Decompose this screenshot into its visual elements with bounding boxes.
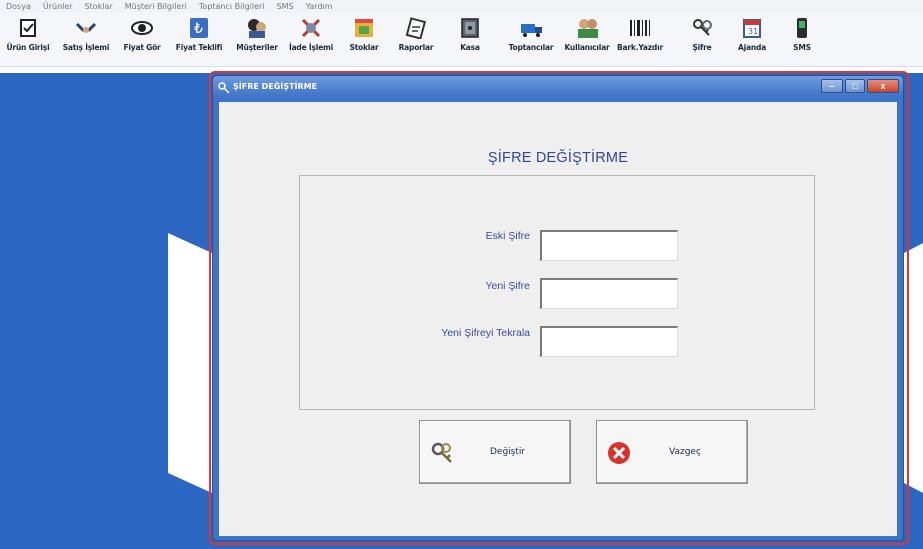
users-icon <box>576 17 598 39</box>
new-password-label: Yeni Şifre <box>485 280 530 292</box>
stock-icon <box>353 17 375 39</box>
toolbar-button-cash[interactable]: Kasa <box>454 17 486 63</box>
cancel-button-label: Vazgeç <box>669 447 701 457</box>
minimize-button[interactable]: – <box>821 79 843 93</box>
reports-icon <box>405 17 427 39</box>
toolbar-button-sales[interactable]: Satış İşlemi <box>60 17 112 63</box>
toolbar-button-users[interactable]: Kullanıcılar <box>562 17 612 63</box>
dialog-body: ŞİFRE DEĞİŞTİRME Eski Şifre Yeni Şifre Y… <box>219 102 897 536</box>
toolbar: Ürün Girişi Satış İşlemi Fiyat Gör ₺ Fiy… <box>0 13 923 67</box>
handshake-icon <box>75 17 97 39</box>
password-change-dialog: ŞİFRE DEĞİŞTİRME – □ x ŞİFRE DEĞİŞTİRME … <box>212 75 904 541</box>
toolbar-button-agenda[interactable]: 31 Ajanda <box>734 17 770 63</box>
toolbar-button-wholesalers[interactable]: Toptancılar <box>502 17 560 63</box>
toolbar-button-barcode-print[interactable]: Bark.Yazdır <box>614 17 666 63</box>
old-password-label: Eski Şifre <box>485 230 530 242</box>
barcode-icon <box>629 17 651 39</box>
toolbar-button-sms[interactable]: SMS <box>790 17 814 63</box>
change-button[interactable]: Değiştir <box>419 420 571 484</box>
dialog-titlebar[interactable]: ŞİFRE DEĞİŞTİRME – □ x <box>213 76 903 98</box>
menu-wholesaler-info[interactable]: Toptancı Bilgileri <box>199 2 265 11</box>
menu-bar: Dosya Ürünler Stoklar Müşteri Bilgileri … <box>0 0 923 13</box>
change-button-label: Değiştir <box>490 447 526 457</box>
menu-stocks[interactable]: Stoklar <box>85 2 113 11</box>
old-password-field[interactable] <box>540 230 678 261</box>
menu-customer-info[interactable]: Müşteri Bilgileri <box>125 2 187 11</box>
toolbar-button-customers[interactable]: Müşteriler <box>230 17 284 63</box>
menu-sms[interactable]: SMS <box>277 2 294 11</box>
return-icon <box>300 17 322 39</box>
new-password-field[interactable] <box>540 278 678 309</box>
menu-help[interactable]: Yardım <box>306 2 333 11</box>
keys-icon <box>430 441 454 470</box>
password-fieldset: Eski Şifre Yeni Şifre Yeni Şifreyi Tekra… <box>299 175 815 410</box>
eye-icon <box>131 17 153 39</box>
dialog-title: ŞİFRE DEĞİŞTİRME <box>233 82 318 91</box>
minimize-icon: – <box>829 81 835 91</box>
lira-icon: ₺ <box>188 17 210 39</box>
product-entry-icon <box>17 17 39 39</box>
toolbar-button-price-check[interactable]: Fiyat Gör <box>120 17 164 63</box>
dialog-heading: ŞİFRE DEĞİŞTİRME <box>487 150 629 166</box>
safe-icon <box>459 17 481 39</box>
menu-products[interactable]: Ürünler <box>43 2 73 11</box>
truck-icon <box>520 17 542 39</box>
cancel-icon <box>607 441 631 470</box>
maximize-icon: □ <box>852 81 858 91</box>
toolbar-button-stocks[interactable]: Stoklar <box>344 17 384 63</box>
svg-text:₺: ₺ <box>194 21 203 37</box>
toolbar-button-returns[interactable]: İade İşlemi <box>286 17 336 63</box>
repeat-password-field[interactable] <box>540 326 678 357</box>
toolbar-button-password[interactable]: Şifre <box>688 17 716 63</box>
close-icon: x <box>880 81 886 91</box>
repeat-password-label: Yeni Şifreyi Tekrala <box>441 327 530 339</box>
calendar-icon: 31 <box>741 17 763 39</box>
toolbar-button-product-entry[interactable]: Ürün Girişi <box>6 17 50 63</box>
maximize-button[interactable]: □ <box>845 79 865 93</box>
phone-icon <box>791 17 813 39</box>
toolbar-button-price-offer[interactable]: ₺ Fiyat Teklifi <box>172 17 226 63</box>
keys-icon <box>691 17 713 39</box>
close-button[interactable]: x <box>867 79 899 93</box>
menu-file[interactable]: Dosya <box>6 2 31 11</box>
keys-icon <box>218 81 230 99</box>
svg-text:31: 31 <box>748 27 758 36</box>
cancel-button[interactable]: Vazgeç <box>596 420 748 484</box>
customers-icon <box>246 17 268 39</box>
toolbar-button-reports[interactable]: Raporlar <box>396 17 436 63</box>
